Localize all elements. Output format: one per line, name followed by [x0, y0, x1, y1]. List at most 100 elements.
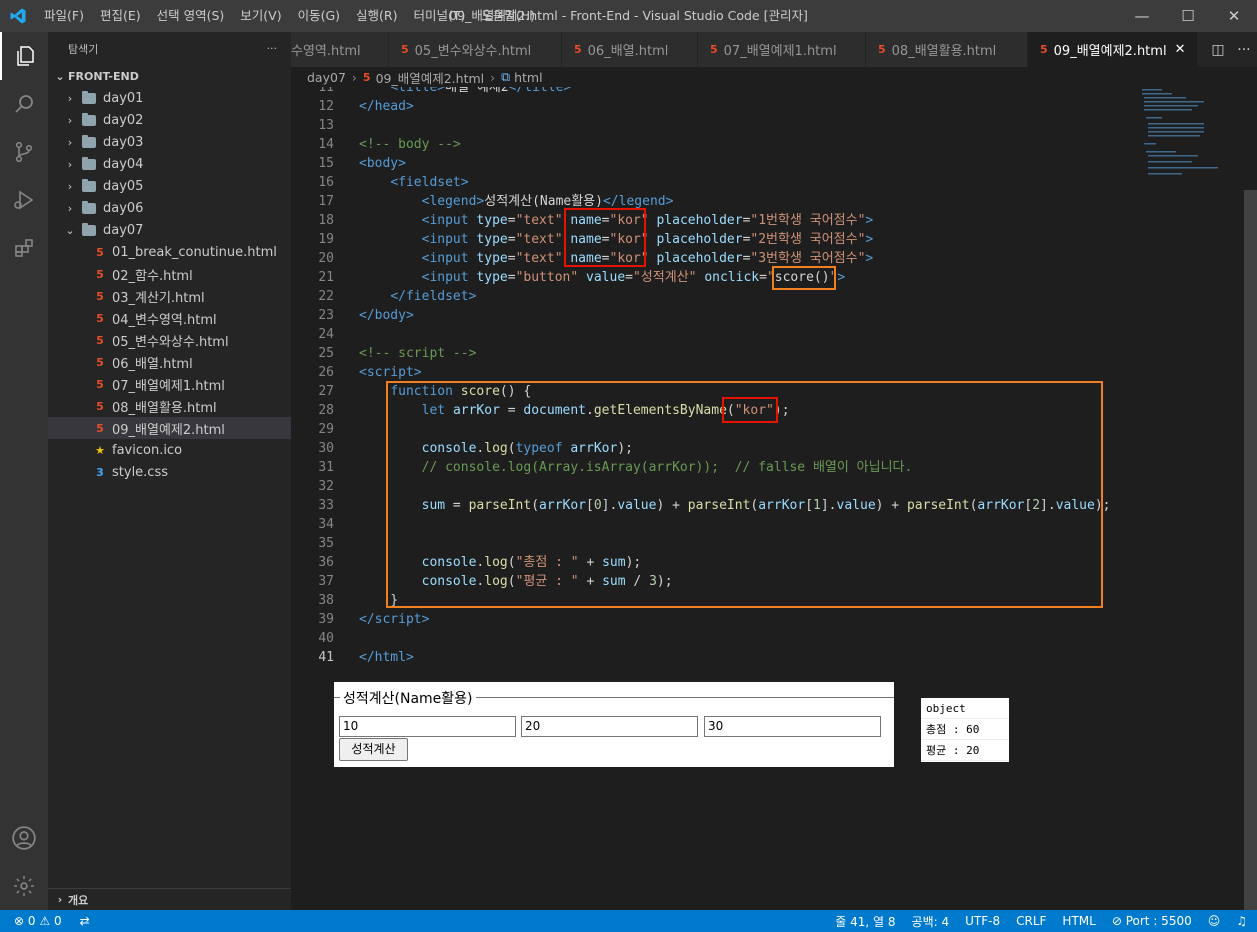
- encoding[interactable]: UTF-8: [965, 914, 1000, 928]
- folder-day07[interactable]: ⌄ day07: [48, 219, 291, 241]
- score-input-3[interactable]: 30: [704, 716, 881, 737]
- file-item[interactable]: 5 04_변수영역.html: [48, 307, 291, 329]
- file-item[interactable]: 5 07_배열예제1.html: [48, 373, 291, 395]
- folder-icon: [82, 156, 96, 170]
- tab-04[interactable]: 수영역.html: [291, 32, 389, 67]
- account-icon[interactable]: [0, 814, 48, 862]
- line-number: 38: [318, 593, 334, 608]
- menu-run[interactable]: 실행(R): [348, 0, 405, 32]
- live-share-icon[interactable]: ⇄: [80, 914, 90, 928]
- menu-file[interactable]: 파일(F): [36, 0, 92, 32]
- error-icon: ⊗: [14, 914, 25, 928]
- chevron-right-icon: ›: [67, 179, 73, 193]
- explorer-icon[interactable]: [0, 32, 48, 80]
- line-number: 17: [318, 194, 334, 209]
- line-number: 16: [318, 175, 334, 190]
- file-item[interactable]: 5 01_break_conutinue.html: [48, 241, 291, 263]
- tab-09-active[interactable]: 5 09_배열예제2.html ✕: [1028, 32, 1198, 67]
- tab-07[interactable]: 5 07_배열예제1.html: [698, 32, 866, 67]
- workspace-root[interactable]: ⌄ FRONT-END: [48, 65, 291, 87]
- code-line: <input type="button" value="성적계산" onclic…: [421, 270, 846, 285]
- cursor-position[interactable]: 줄 41, 열 8: [835, 913, 895, 930]
- folder-day02[interactable]: › day02: [48, 109, 291, 131]
- menu-edit[interactable]: 편집(E): [92, 0, 149, 32]
- chevron-right-icon: ›: [490, 69, 496, 85]
- more-actions-icon[interactable]: ···: [267, 42, 278, 55]
- folder-day05[interactable]: › day05: [48, 175, 291, 197]
- menu-help[interactable]: 도움말(H): [473, 0, 543, 32]
- file-item[interactable]: 5 08_배열활용.html: [48, 395, 291, 417]
- calculate-button[interactable]: 성적계산: [339, 738, 408, 761]
- score-input-1[interactable]: 10: [339, 716, 516, 737]
- code-line: </html>: [359, 650, 414, 664]
- minimize-icon[interactable]: —: [1119, 0, 1165, 32]
- html5-icon: 5: [878, 43, 886, 56]
- settings-gear-icon[interactable]: [0, 862, 48, 910]
- code-line: <!-- body -->: [359, 137, 461, 152]
- html5-icon: 5: [710, 43, 718, 56]
- file-item[interactable]: ★ favicon.ico: [48, 439, 291, 461]
- breadcrumb-file[interactable]: 09_배열예제2.html: [376, 68, 485, 87]
- code-line: <input type="text" name="kor" placeholde…: [421, 213, 874, 228]
- chevron-right-icon: ›: [57, 893, 63, 906]
- line-number: 18: [318, 213, 334, 228]
- html5-icon: 5: [96, 399, 104, 413]
- notifications-bell-icon[interactable]: ♫: [1236, 914, 1247, 928]
- search-icon[interactable]: [0, 80, 48, 128]
- line-number: 27: [318, 384, 334, 399]
- source-control-icon[interactable]: [0, 128, 48, 176]
- folder-day04[interactable]: › day04: [48, 153, 291, 175]
- tab-06[interactable]: 5 06_배열.html: [562, 32, 698, 67]
- menu-go[interactable]: 이동(G): [290, 0, 348, 32]
- rendered-form-preview: 성적계산(Name활용) 10 20 30 성적계산: [334, 682, 894, 767]
- menu-selection[interactable]: 선택 영역(S): [149, 0, 233, 32]
- menu-terminal[interactable]: 터미널(T): [406, 0, 474, 32]
- line-number: 24: [318, 327, 334, 342]
- line-number: 22: [318, 289, 334, 304]
- line-number: 14: [318, 137, 334, 152]
- close-tab-icon[interactable]: ✕: [1175, 42, 1186, 57]
- minimap[interactable]: [1136, 87, 1244, 177]
- line-number: 30: [318, 441, 334, 456]
- problems-indicator[interactable]: ⊗ 0 ⚠ 0: [14, 914, 62, 928]
- end-of-line[interactable]: CRLF: [1016, 914, 1046, 928]
- score-input-2[interactable]: 20: [521, 716, 698, 737]
- folder-day01[interactable]: › day01: [48, 87, 291, 109]
- feedback-icon[interactable]: ☺: [1208, 914, 1221, 928]
- code-line: </fieldset>: [390, 289, 477, 304]
- split-editor-icon[interactable]: ◫: [1211, 42, 1224, 58]
- outline-section[interactable]: › 개요: [48, 888, 291, 910]
- folder-day06[interactable]: › day06: [48, 197, 291, 219]
- file-item[interactable]: 5 03_계산기.html: [48, 285, 291, 307]
- folder-day03[interactable]: › day03: [48, 131, 291, 153]
- live-server-port[interactable]: ⊘ Port : 5500: [1112, 914, 1192, 928]
- close-icon[interactable]: ✕: [1211, 0, 1257, 32]
- file-item-selected[interactable]: 5 09_배열예제2.html: [48, 417, 291, 439]
- chevron-right-icon: ›: [67, 113, 73, 127]
- tab-05[interactable]: 5 05_변수와상수.html: [389, 32, 562, 67]
- file-item[interactable]: 5 02_함수.html: [48, 263, 291, 285]
- line-number: 11: [318, 87, 334, 95]
- chevron-right-icon: ›: [351, 69, 357, 85]
- breadcrumb-symbol[interactable]: html: [514, 70, 542, 85]
- extensions-icon[interactable]: [0, 224, 48, 272]
- breadcrumb-folder[interactable]: day07: [307, 70, 346, 85]
- file-item[interactable]: 5 06_배열.html: [48, 351, 291, 373]
- html5-icon: 5: [96, 289, 104, 303]
- tab-08[interactable]: 5 08_배열활용.html: [866, 32, 1028, 67]
- file-item[interactable]: 5 05_변수와상수.html: [48, 329, 291, 351]
- more-actions-icon[interactable]: ···: [1237, 42, 1250, 58]
- language-mode[interactable]: HTML: [1062, 914, 1095, 928]
- html5-icon: 5: [1040, 43, 1048, 56]
- file-item[interactable]: 3 style.css: [48, 461, 291, 483]
- line-number: 37: [318, 574, 334, 589]
- code-line: <legend>성적계산(Name활용)</legend>: [421, 194, 674, 209]
- scrollbar-thumb[interactable]: [1244, 190, 1257, 910]
- maximize-icon[interactable]: ☐: [1165, 0, 1211, 32]
- line-number: 21: [318, 270, 334, 285]
- run-debug-icon[interactable]: [0, 176, 48, 224]
- menu-view[interactable]: 보기(V): [232, 0, 289, 32]
- html5-icon: 5: [574, 43, 582, 56]
- indentation[interactable]: 공백: 4: [912, 913, 950, 930]
